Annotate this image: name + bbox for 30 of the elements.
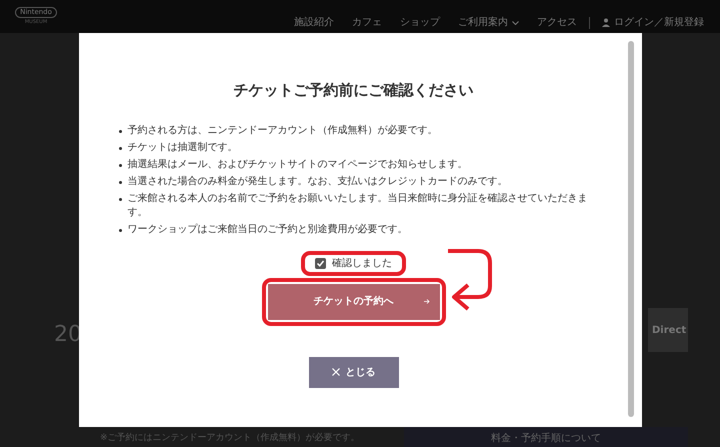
person-icon: [602, 18, 610, 27]
info-link[interactable]: 料金・予約手順について: [404, 427, 688, 447]
nav-link[interactable]: カフェ: [352, 15, 382, 30]
note-text: 予約される方は、ニンテンドーアカウント（作成無料）が必要です。: [128, 124, 438, 138]
bullet-icon: [118, 164, 122, 166]
arrow-right-icon: [424, 298, 430, 304]
reserve-button[interactable]: チケットの予約へ: [268, 284, 440, 320]
bullet-icon: [118, 180, 122, 184]
login-link[interactable]: ログイン／新規登録: [602, 3, 712, 30]
direct-card[interactable]: Direct: [648, 308, 688, 352]
nav-link[interactable]: 施設紹介: [294, 15, 334, 30]
note-text: チケットは抽選制です。: [128, 140, 238, 154]
bullet-icon: [118, 198, 122, 200]
note-text: ご来館される本人のお名前でご予約をお願いいたします。当日来館時に身分証を確認させていただきます。: [128, 192, 588, 220]
nav-link[interactable]: ご利用案内: [458, 15, 519, 30]
confirm-checkbox[interactable]: 確認しました: [315, 256, 392, 270]
note-text: 抽選結果はメール、およびチケットサイトのマイページでお知らせします。: [128, 158, 468, 172]
bullet-icon: [118, 228, 122, 232]
note-text: ワークショップはご来館当日のご予約と別途費用が必要です。: [128, 222, 408, 236]
nav-link[interactable]: アクセス: [537, 15, 577, 30]
footnote: ※ご予約にはニンテンドーアカウント（作成無料）が必要です。: [100, 432, 360, 445]
close-icon: [332, 368, 340, 376]
nav-link[interactable]: ショップ: [400, 15, 440, 30]
bullet-icon: [118, 130, 122, 132]
checkbox[interactable]: [315, 258, 326, 268]
bullet-icon: [118, 146, 122, 150]
scrollbar[interactable]: [628, 41, 634, 417]
close-button[interactable]: とじる: [308, 356, 398, 388]
modal-title: チケットご予約前にご確認ください: [234, 80, 474, 101]
note-text: 当選された場合のみ料金が発生します。なお、支払いはクレジットカードのみです。: [128, 174, 508, 188]
